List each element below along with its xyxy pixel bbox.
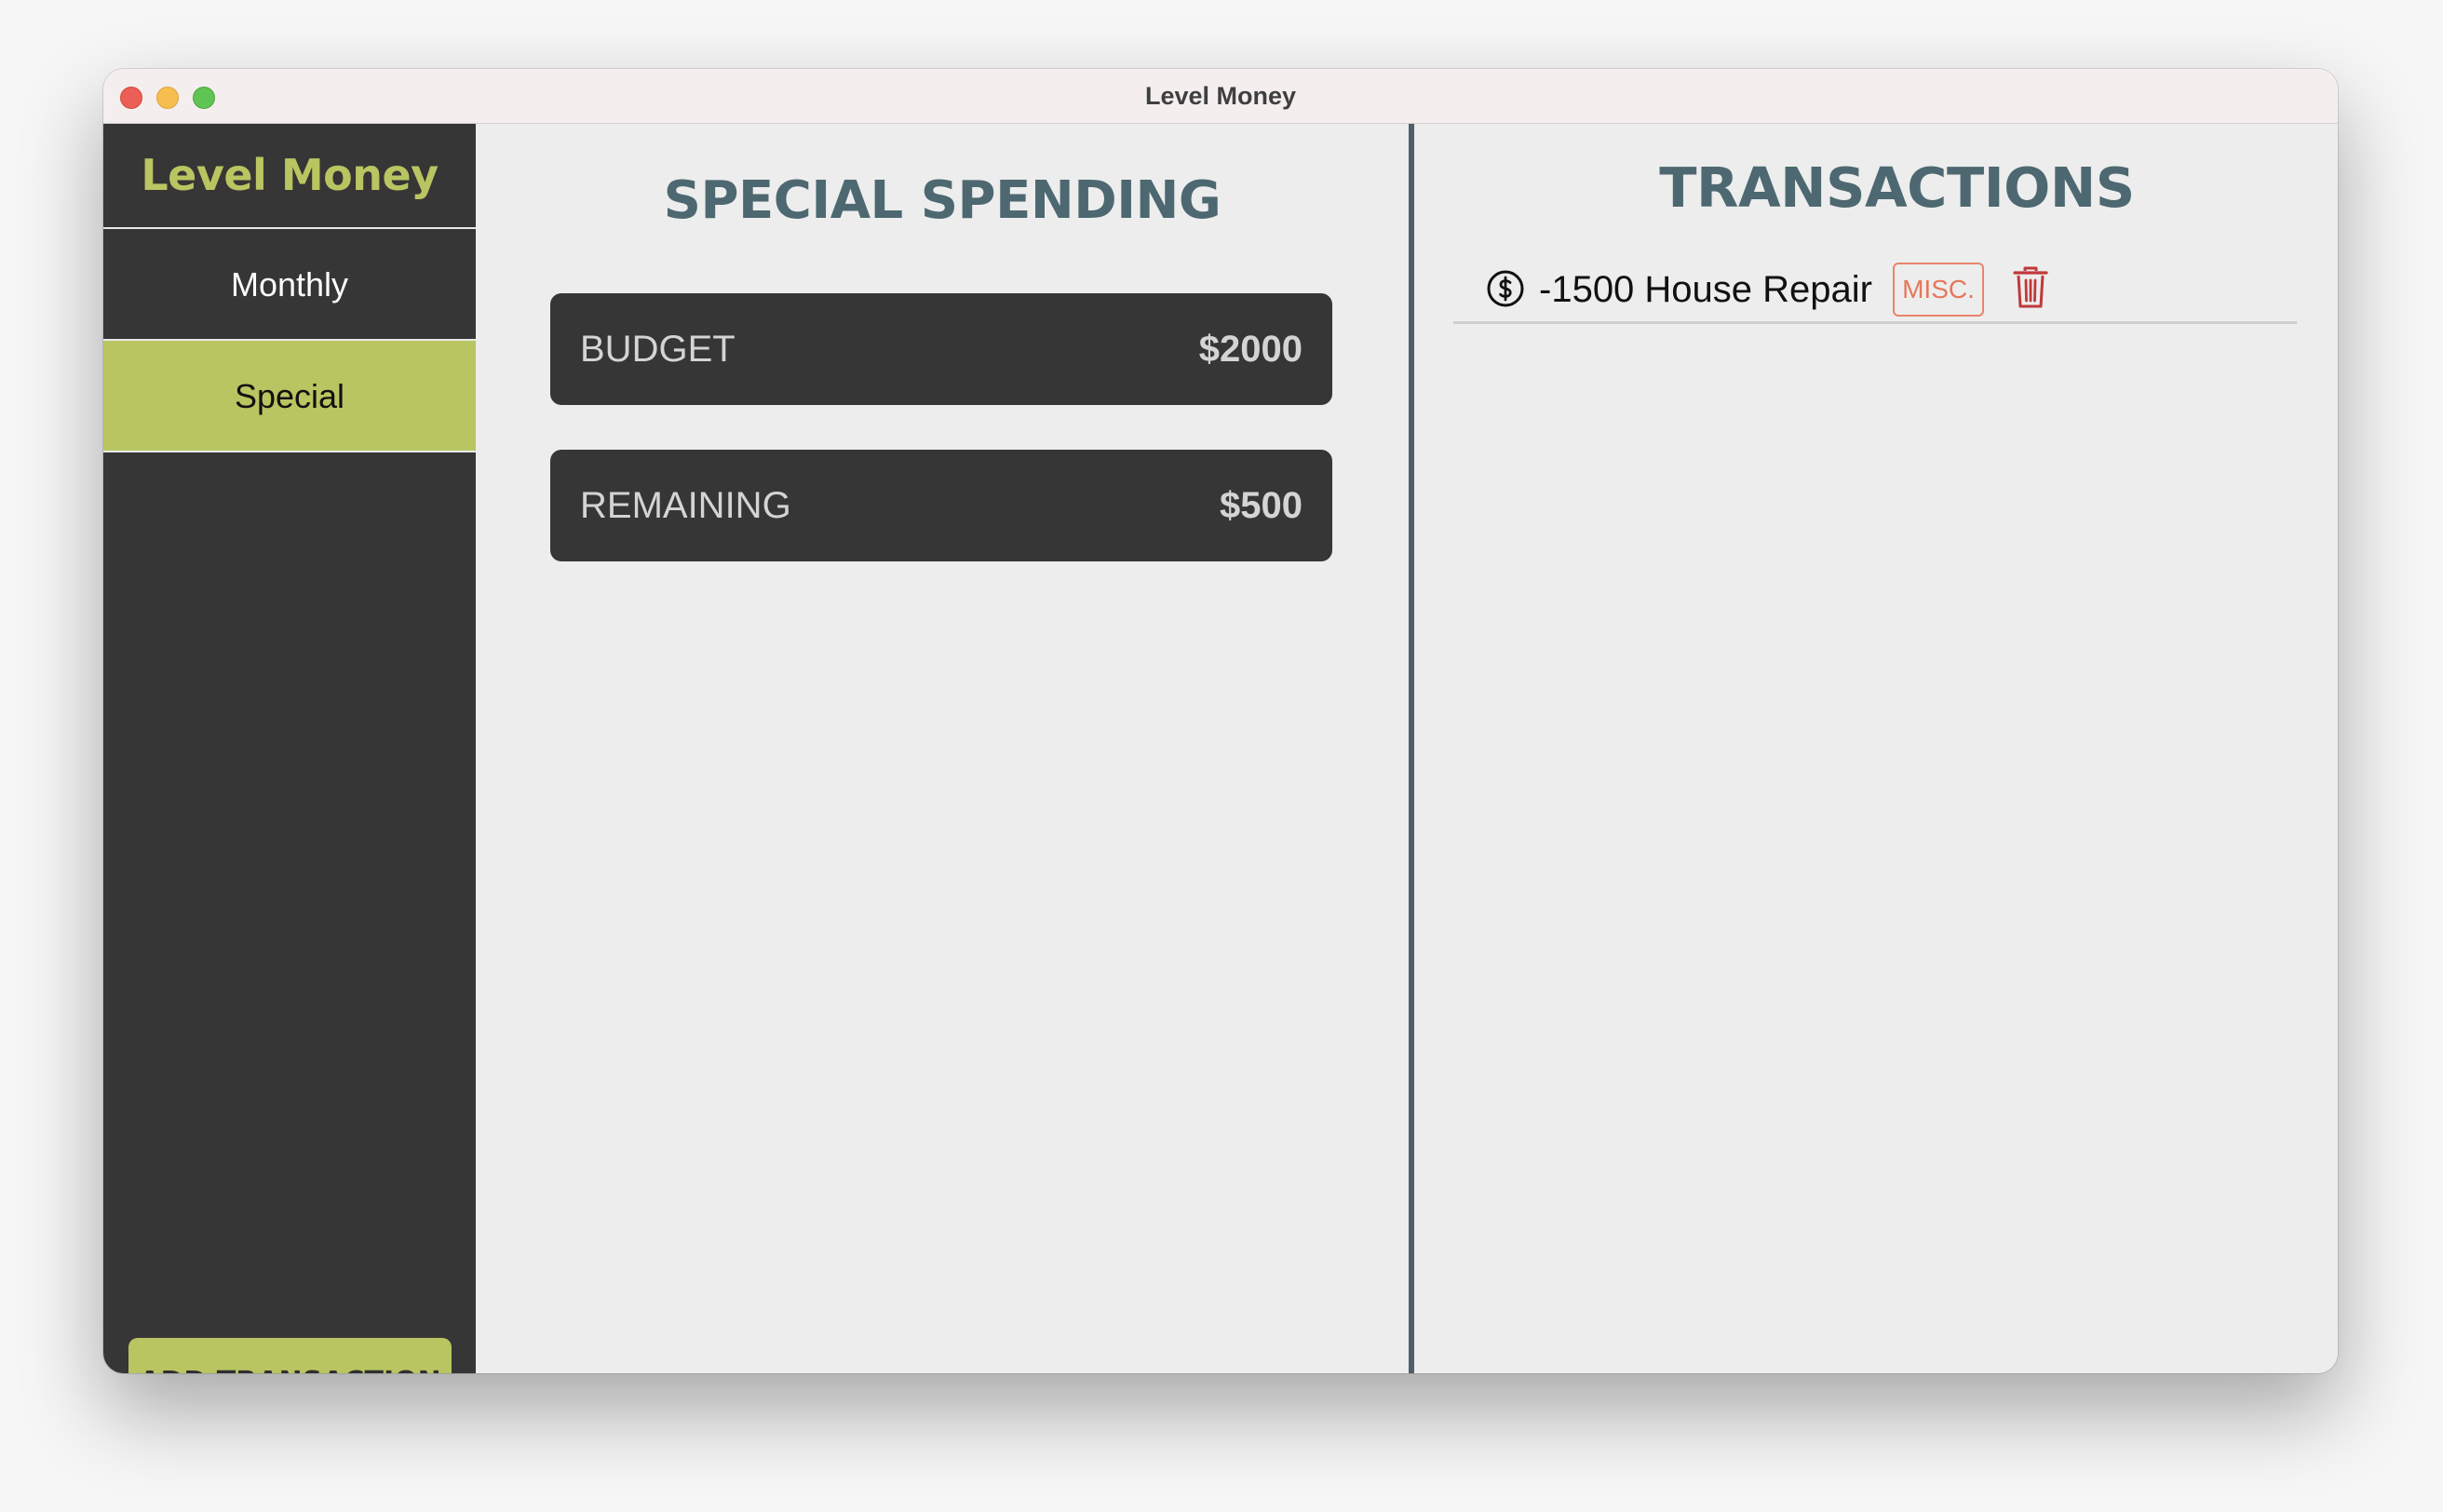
dollar-circle-icon	[1487, 270, 1524, 307]
remaining-label: REMAINING	[580, 485, 791, 526]
transaction-text: -1500 House Repair	[1539, 269, 1872, 310]
trash-icon[interactable]	[2012, 265, 2049, 310]
special-spending-panel: SPECIAL SPENDING BUDGET $2000 REMAINING …	[476, 124, 1409, 1373]
app-window: Level Money Level Money Monthly Special …	[103, 69, 2338, 1373]
add-transaction-button[interactable]: ADD TRANSACTION	[128, 1338, 452, 1373]
window-title: Level Money	[1144, 82, 1297, 110]
sidebar-item-special[interactable]: Special	[103, 339, 476, 452]
budget-value: $2000	[1198, 329, 1302, 370]
budget-card: BUDGET $2000	[550, 293, 1332, 405]
sidebar-item-monthly[interactable]: Monthly	[103, 227, 476, 338]
list-item: -1500 House Repair MISC.	[1453, 236, 2297, 324]
transactions-panel: TRANSACTIONS -1500 House Repair MISC.	[1414, 124, 2338, 1373]
sidebar: Level Money Monthly Special ADD TRANSACT…	[103, 124, 476, 1373]
remaining-value: $500	[1220, 485, 1302, 526]
title-bar: Level Money	[103, 69, 2338, 124]
page-title: SPECIAL SPENDING	[663, 170, 1222, 231]
remaining-card: REMAINING $500	[550, 450, 1332, 561]
transactions-title: TRANSACTIONS	[1659, 155, 2135, 220]
category-tag[interactable]: MISC.	[1893, 263, 1984, 317]
budget-label: BUDGET	[580, 329, 736, 370]
app-brand: Level Money	[141, 150, 439, 200]
